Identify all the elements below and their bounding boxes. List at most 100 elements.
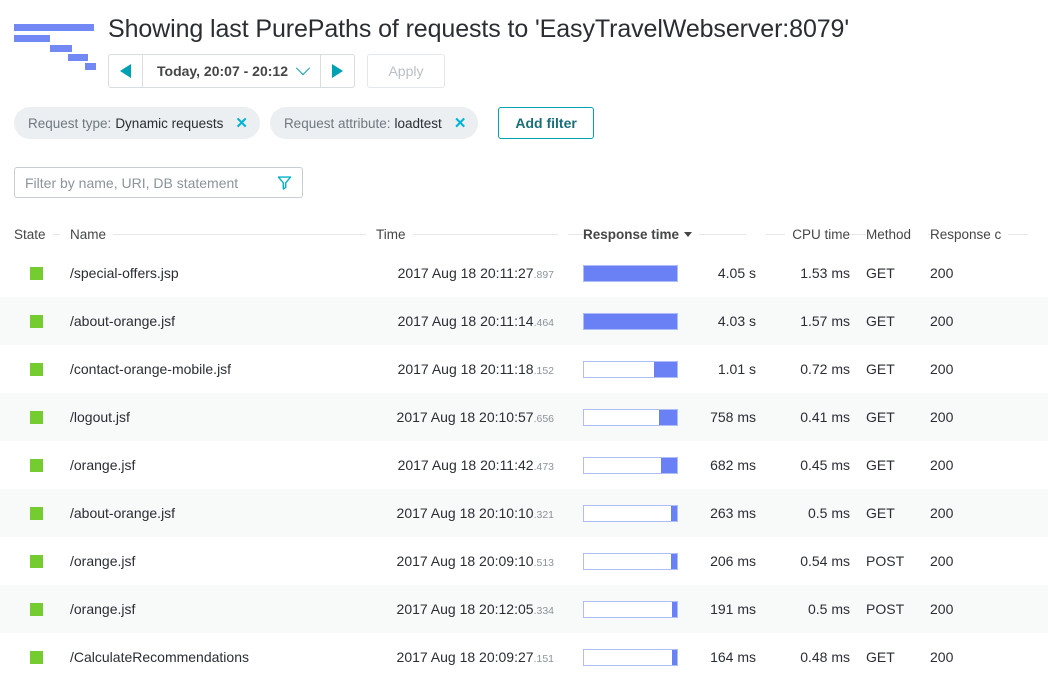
table-row[interactable]: /CalculateRecommendations2017 Aug 18 20:… [0, 633, 1048, 681]
cell-name[interactable]: /orange.jsf [70, 457, 376, 473]
purepaths-table: State Name Time Response time CPU time M… [0, 219, 1048, 681]
page-title: Showing last PurePaths of requests to 'E… [108, 14, 1048, 44]
add-filter-button[interactable]: Add filter [498, 107, 593, 139]
column-header-label: Time [376, 227, 413, 242]
cell-name[interactable]: /about-orange.jsf [70, 505, 376, 521]
column-header-time[interactable]: Time [376, 227, 568, 242]
status-healthy-icon [30, 267, 43, 280]
timestamp: 2017 Aug 18 20:10:10 [397, 505, 534, 521]
cell-cpu-time: 0.41 ms [756, 409, 850, 425]
column-header-response-time[interactable]: Response time [568, 227, 756, 242]
timeframe-dropdown[interactable]: Today, 20:07 - 20:12 [142, 54, 321, 88]
table-header-row: State Name Time Response time CPU time M… [0, 219, 1048, 249]
filter-chip-request-type[interactable]: Request type: Dynamic requests ✕ [14, 107, 260, 139]
cell-response-time-bar [568, 505, 678, 522]
cell-cpu-time: 0.72 ms [756, 361, 850, 377]
cell-time: 2017 Aug 18 20:11:42.473 [376, 457, 568, 473]
timestamp-millis: .151 [534, 653, 554, 665]
cell-cpu-time: 1.53 ms [756, 265, 850, 281]
timeframe-selector: Today, 20:07 - 20:12 [108, 54, 355, 88]
cell-cpu-time: 0.5 ms [756, 601, 850, 617]
table-row[interactable]: /special-offers.jsp2017 Aug 18 20:11:27.… [0, 249, 1048, 297]
cell-name[interactable]: /about-orange.jsf [70, 313, 376, 329]
timestamp: 2017 Aug 18 20:09:10 [397, 553, 534, 569]
table-row[interactable]: /orange.jsf2017 Aug 18 20:09:10.513206 m… [0, 537, 1048, 585]
cell-response-code: 200 [928, 265, 1038, 281]
cell-name[interactable]: /special-offers.jsp [70, 265, 376, 281]
cell-response-code: 200 [928, 553, 1038, 569]
sort-desc-caret-icon [684, 232, 692, 237]
cell-method: GET [850, 265, 928, 281]
cell-name[interactable]: /CalculateRecommendations [70, 649, 376, 665]
chevron-down-icon [296, 61, 310, 75]
cell-name[interactable]: /logout.jsf [70, 409, 376, 425]
cell-name[interactable]: /orange.jsf [70, 601, 376, 617]
column-header-label-wrap: Response time [583, 227, 699, 242]
apply-button[interactable]: Apply [367, 54, 445, 88]
cell-response-time: 164 ms [678, 649, 756, 665]
timestamp: 2017 Aug 18 20:11:42 [398, 457, 534, 473]
status-healthy-icon [30, 603, 43, 616]
close-icon[interactable]: ✕ [235, 116, 248, 131]
status-healthy-icon [30, 363, 43, 376]
column-header-label: State [14, 227, 53, 242]
cell-method: POST [850, 601, 928, 617]
cell-method: GET [850, 649, 928, 665]
close-icon[interactable]: ✕ [454, 116, 467, 131]
timestamp-millis: .321 [534, 509, 554, 521]
status-healthy-icon [30, 411, 43, 424]
table-row[interactable]: /contact-orange-mobile.jsf 2017 Aug 18 20… [0, 345, 1048, 393]
timestamp-millis: .656 [534, 413, 554, 425]
table-row[interactable]: /orange.jsf2017 Aug 18 20:12:05.334 191 m… [0, 585, 1048, 633]
column-header-label: Method [866, 227, 918, 242]
timestamp-millis: .513 [534, 557, 554, 569]
status-healthy-icon [30, 507, 43, 520]
cell-state [14, 651, 70, 664]
column-header-name[interactable]: Name [70, 227, 376, 242]
cell-response-time-bar [568, 457, 678, 474]
timeframe-next-button[interactable] [321, 54, 355, 88]
timestamp: 2017 Aug 18 20:10:57 [397, 409, 534, 425]
timestamp: 2017 Aug 18 20:11:18 [398, 361, 534, 377]
cell-method: GET [850, 361, 928, 377]
table-row[interactable]: /about-orange.jsf2017 Aug 18 20:10:10.32… [0, 489, 1048, 537]
table-row[interactable]: /about-orange.jsf2017 Aug 18 20:11:14.46… [0, 297, 1048, 345]
response-time-bar-track [583, 649, 678, 666]
cell-time: 2017 Aug 18 20:10:10.321 [376, 505, 568, 521]
logo-bar-1 [14, 24, 94, 31]
cell-response-time-bar [568, 409, 678, 426]
timestamp-millis: .897 [534, 269, 554, 281]
cell-name[interactable]: /orange.jsf [70, 553, 376, 569]
column-header-state[interactable]: State [14, 227, 70, 242]
response-time-bar-track [583, 409, 678, 426]
cell-response-time-bar [568, 649, 678, 666]
funnel-icon[interactable] [277, 175, 292, 190]
column-header-cpu-time[interactable]: CPU time [756, 227, 850, 242]
cell-time: 2017 Aug 18 20:12:05.334 [376, 601, 568, 617]
search-box[interactable] [14, 167, 303, 198]
cell-time: 2017 Aug 18 20:09:27.151 [376, 649, 568, 665]
timeframe-label: Today, 20:07 - 20:12 [157, 63, 288, 79]
table-row[interactable]: /logout.jsf2017 Aug 18 20:10:57.656758 m… [0, 393, 1048, 441]
response-time-bar-fill [584, 266, 677, 281]
response-time-bar-fill [584, 314, 677, 329]
column-header-method[interactable]: Method [850, 227, 928, 242]
cell-state [14, 555, 70, 568]
cell-response-code: 200 [928, 505, 1038, 521]
cell-method: GET [850, 313, 928, 329]
cell-state [14, 603, 70, 616]
page-header: Showing last PurePaths of requests to 'E… [0, 0, 1048, 88]
column-header-response-code[interactable]: Response c [928, 227, 1038, 242]
cell-response-time: 191 ms [678, 601, 756, 617]
timeframe-previous-button[interactable] [108, 54, 142, 88]
cell-name[interactable]: /contact-orange-mobile.jsf [70, 361, 376, 377]
status-healthy-icon [30, 315, 43, 328]
status-healthy-icon [30, 651, 43, 664]
timestamp: 2017 Aug 18 20:12:05 [397, 601, 534, 617]
filter-chip-request-attribute[interactable]: Request attribute: loadtest ✕ [270, 107, 478, 139]
table-row[interactable]: /orange.jsf2017 Aug 18 20:11:42.473682 m… [0, 441, 1048, 489]
column-header-label: CPU time [785, 227, 850, 242]
timeframe-toolbar: Today, 20:07 - 20:12 Apply [108, 54, 1048, 88]
cell-method: GET [850, 409, 928, 425]
search-input[interactable] [15, 175, 275, 191]
